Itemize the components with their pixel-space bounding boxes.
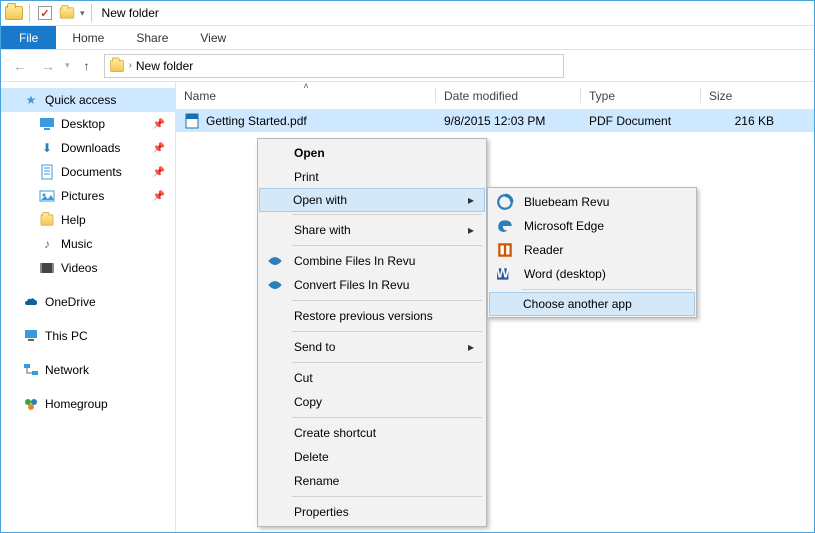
openwith-bluebeam[interactable]: Bluebeam Revu xyxy=(490,190,694,214)
address-bar: ← → ▾ ↑ › New folder xyxy=(1,50,814,82)
column-name[interactable]: Name ˄ xyxy=(176,82,436,109)
ribbon-tabs: File Home Share View xyxy=(1,26,814,50)
ctx-open-with[interactable]: Open with▸ xyxy=(259,188,485,212)
ctx-combine-revu[interactable]: Combine Files In Revu xyxy=(260,249,484,273)
column-type[interactable]: Type xyxy=(581,82,701,109)
sidebar-item-music[interactable]: ♪ Music xyxy=(1,232,175,256)
ctx-restore[interactable]: Restore previous versions xyxy=(260,304,484,328)
tab-home[interactable]: Home xyxy=(56,26,120,49)
sidebar-quick-access[interactable]: ★ Quick access xyxy=(1,88,175,112)
chevron-right-icon: ▸ xyxy=(468,223,474,237)
pin-icon: 📌 xyxy=(153,143,165,154)
window-title: New folder xyxy=(102,6,159,20)
edge-icon xyxy=(496,217,514,235)
file-type: PDF Document xyxy=(581,110,701,132)
tab-file[interactable]: File xyxy=(1,26,56,49)
ctx-copy[interactable]: Copy xyxy=(260,390,484,414)
sidebar-thispc[interactable]: This PC xyxy=(1,324,175,348)
file-date: 9/8/2015 12:03 PM xyxy=(436,110,581,132)
chevron-right-icon[interactable]: › xyxy=(129,60,132,71)
sidebar-homegroup[interactable]: Homegroup xyxy=(1,392,175,416)
sidebar-item-pictures[interactable]: Pictures 📌 xyxy=(1,184,175,208)
breadcrumb[interactable]: › New folder xyxy=(104,54,564,78)
revu-icon xyxy=(266,252,284,270)
ctx-properties[interactable]: Properties xyxy=(260,500,484,524)
homegroup-icon xyxy=(23,396,39,412)
music-icon: ♪ xyxy=(39,236,55,252)
file-size: 216 KB xyxy=(701,110,814,132)
ctx-print[interactable]: Print xyxy=(260,165,484,189)
column-headers: Name ˄ Date modified Type Size xyxy=(176,82,814,110)
ctx-open[interactable]: Open xyxy=(260,141,484,165)
breadcrumb-current[interactable]: New folder xyxy=(136,59,193,73)
history-dropdown-icon[interactable]: ▾ xyxy=(65,60,70,71)
sidebar-item-downloads[interactable]: ⬇ Downloads 📌 xyxy=(1,136,175,160)
ctx-convert-revu[interactable]: Convert Files In Revu xyxy=(260,273,484,297)
sidebar-item-videos[interactable]: Videos xyxy=(1,256,175,280)
download-icon: ⬇ xyxy=(39,140,55,156)
file-row[interactable]: Getting Started.pdf 9/8/2015 12:03 PM PD… xyxy=(176,110,814,132)
chevron-right-icon: ▸ xyxy=(468,340,474,354)
svg-text:W: W xyxy=(496,265,509,280)
thispc-icon xyxy=(23,328,39,344)
pdf-icon xyxy=(184,113,200,129)
column-date[interactable]: Date modified xyxy=(436,82,581,109)
openwith-word[interactable]: WWord (desktop) xyxy=(490,262,694,286)
ctx-cut[interactable]: Cut xyxy=(260,366,484,390)
sidebar-network[interactable]: Network xyxy=(1,358,175,382)
ctx-share-with[interactable]: Share with▸ xyxy=(260,218,484,242)
column-size[interactable]: Size xyxy=(701,82,814,109)
pin-icon: 📌 xyxy=(153,119,165,130)
ctx-shortcut[interactable]: Create shortcut xyxy=(260,421,484,445)
star-icon: ★ xyxy=(23,92,39,108)
revu-icon xyxy=(266,276,284,294)
pin-icon: 📌 xyxy=(153,191,165,202)
folder-icon xyxy=(39,212,55,228)
pin-icon: 📌 xyxy=(153,167,165,178)
network-icon xyxy=(23,362,39,378)
documents-icon xyxy=(39,164,55,180)
reader-icon xyxy=(496,241,514,259)
openwith-choose[interactable]: Choose another app xyxy=(489,292,695,316)
pictures-icon xyxy=(39,188,55,204)
chevron-right-icon: ▸ xyxy=(468,193,474,207)
desktop-icon xyxy=(39,116,55,132)
title-bar: ▾ New folder xyxy=(1,1,814,26)
folder-small-icon[interactable] xyxy=(58,4,76,22)
context-menu: Open Print Open with▸ Share with▸ Combin… xyxy=(257,138,487,527)
sidebar-item-help[interactable]: Help xyxy=(1,208,175,232)
back-button[interactable]: ← xyxy=(9,55,31,77)
tab-view[interactable]: View xyxy=(184,26,242,49)
navigation-pane: ★ Quick access Desktop 📌 ⬇ Downloads 📌 D… xyxy=(1,82,176,532)
up-button[interactable]: ↑ xyxy=(76,55,98,77)
file-name: Getting Started.pdf xyxy=(206,114,307,128)
word-icon: W xyxy=(496,265,514,283)
bluebeam-icon xyxy=(496,193,514,211)
folder-icon xyxy=(5,4,23,22)
folder-icon xyxy=(109,58,125,74)
ctx-delete[interactable]: Delete xyxy=(260,445,484,469)
tab-share[interactable]: Share xyxy=(120,26,184,49)
sidebar-item-documents[interactable]: Documents 📌 xyxy=(1,160,175,184)
openwith-edge[interactable]: Microsoft Edge xyxy=(490,214,694,238)
videos-icon xyxy=(39,260,55,276)
ctx-rename[interactable]: Rename xyxy=(260,469,484,493)
qat-dropdown-icon[interactable]: ▾ xyxy=(80,8,85,19)
sort-asc-icon: ˄ xyxy=(303,81,308,91)
open-with-submenu: Bluebeam Revu Microsoft Edge Reader WWor… xyxy=(487,187,697,318)
forward-button[interactable]: → xyxy=(37,55,59,77)
checked-icon[interactable] xyxy=(36,4,54,22)
sidebar-item-desktop[interactable]: Desktop 📌 xyxy=(1,112,175,136)
openwith-reader[interactable]: Reader xyxy=(490,238,694,262)
onedrive-icon xyxy=(23,294,39,310)
sidebar-onedrive[interactable]: OneDrive xyxy=(1,290,175,314)
ctx-send-to[interactable]: Send to▸ xyxy=(260,335,484,359)
